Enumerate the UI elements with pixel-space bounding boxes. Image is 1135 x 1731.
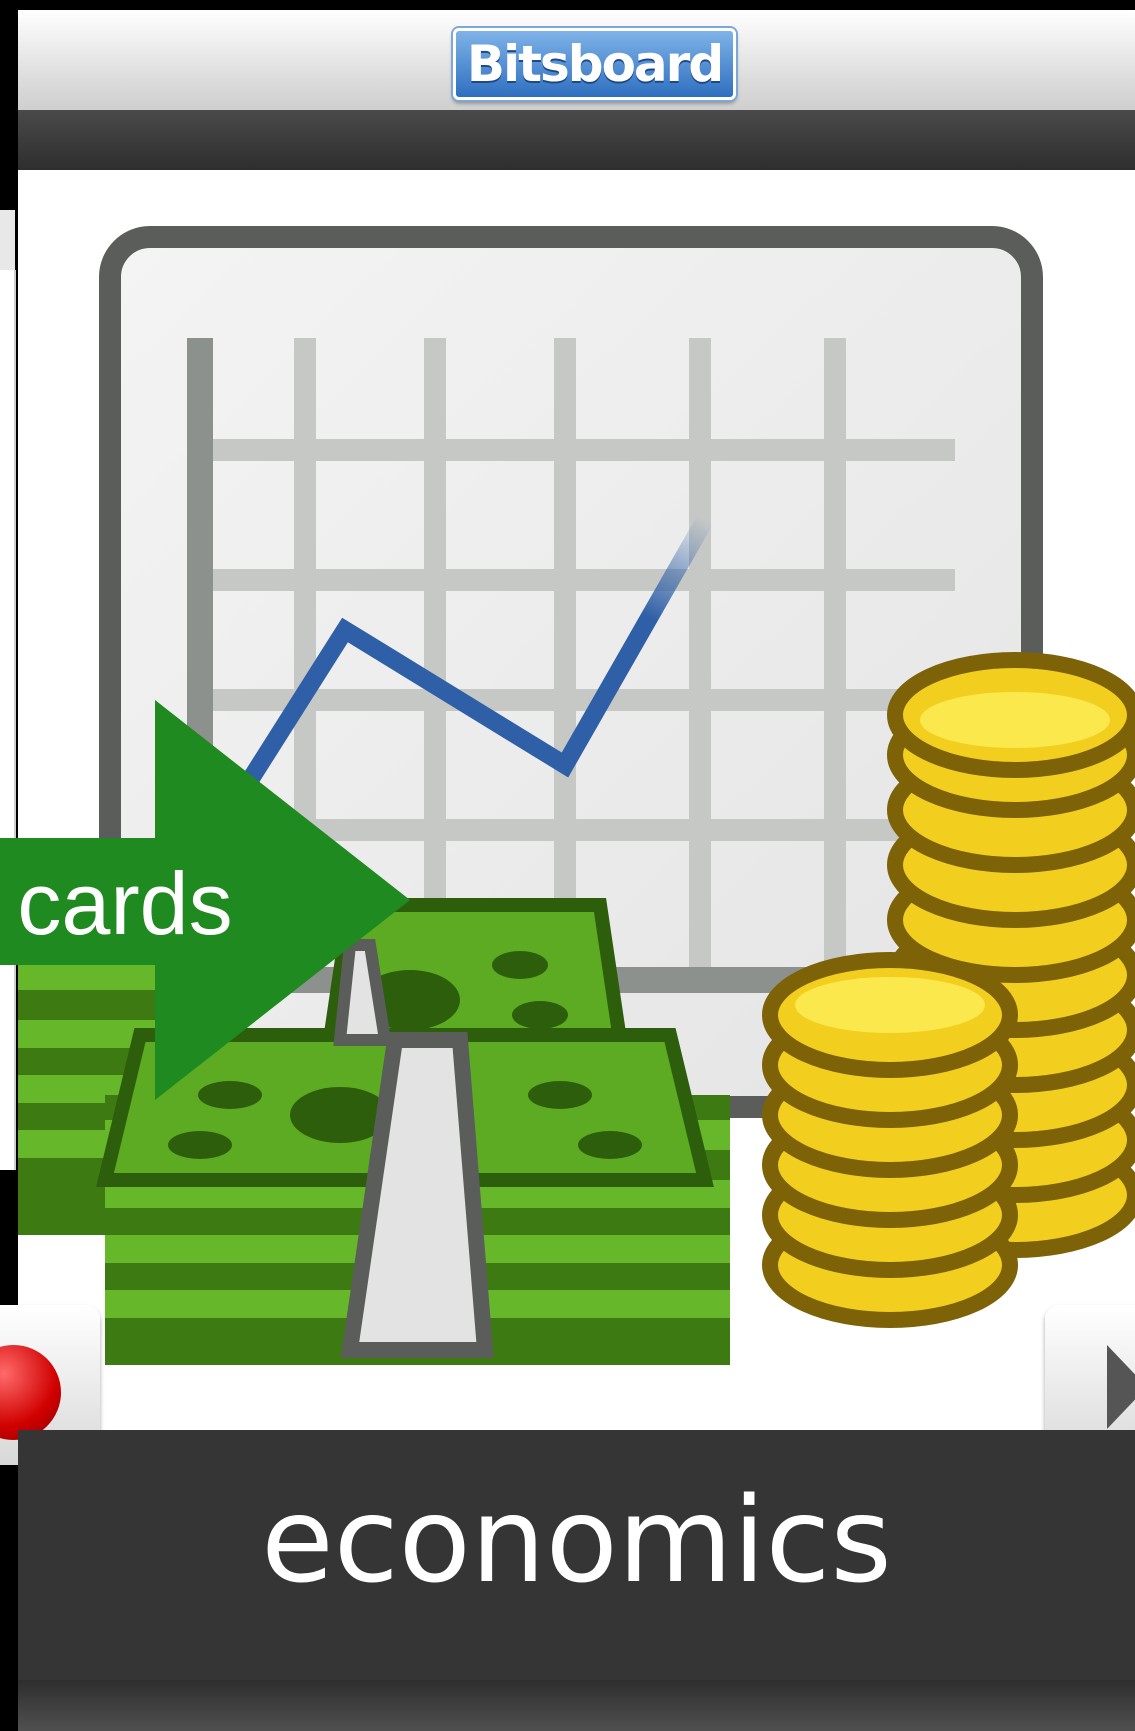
record-icon: [0, 1345, 61, 1440]
app-screen: Bitsboard economics cards: [0, 0, 1135, 1731]
left-panel-header: [0, 210, 15, 270]
card-word: economics: [261, 1471, 892, 1609]
app-logo: Bitsboard: [453, 28, 736, 100]
toolbar-strip: [18, 110, 1135, 170]
app-header: Bitsboard: [18, 10, 1135, 111]
callout-label: n cards: [0, 854, 233, 953]
bottom-strip: [18, 1680, 1135, 1731]
play-icon: [1107, 1345, 1135, 1429]
word-bar: economics: [18, 1430, 1135, 1680]
